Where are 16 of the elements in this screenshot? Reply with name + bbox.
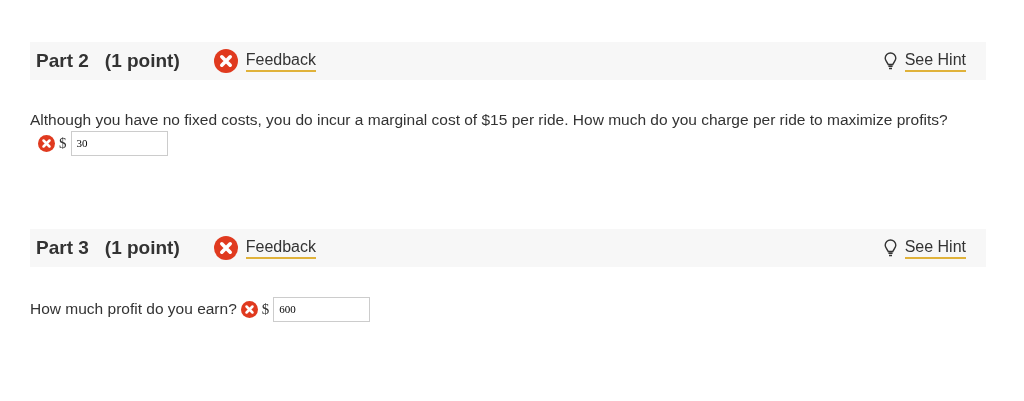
points-label: (1 point) xyxy=(104,235,180,260)
question-text: How much profit do you earn? xyxy=(30,298,237,319)
currency-symbol: $ xyxy=(59,134,67,154)
answer-field[interactable]: 30 xyxy=(70,130,168,156)
currency-symbol: $ xyxy=(261,300,270,320)
hint-link[interactable]: See Hint xyxy=(904,50,966,72)
part-title: Part 2 xyxy=(36,48,89,73)
hint-link[interactable]: See Hint xyxy=(904,237,966,259)
feedback-link[interactable]: Feedback xyxy=(245,50,316,72)
lightbulb-icon xyxy=(883,238,897,257)
part-title: Part 3 xyxy=(36,235,89,260)
question-text: Although you have no fixed costs, you do incur a marginal cost of $15 per ride. How much do you charge per ride to maximize profits? xyxy=(30,110,949,130)
answer-field[interactable]: 600 xyxy=(273,296,371,322)
lightbulb-icon xyxy=(883,52,897,70)
feedback-link[interactable]: Feedback xyxy=(245,237,316,259)
points-label: (1 point) xyxy=(104,48,180,73)
